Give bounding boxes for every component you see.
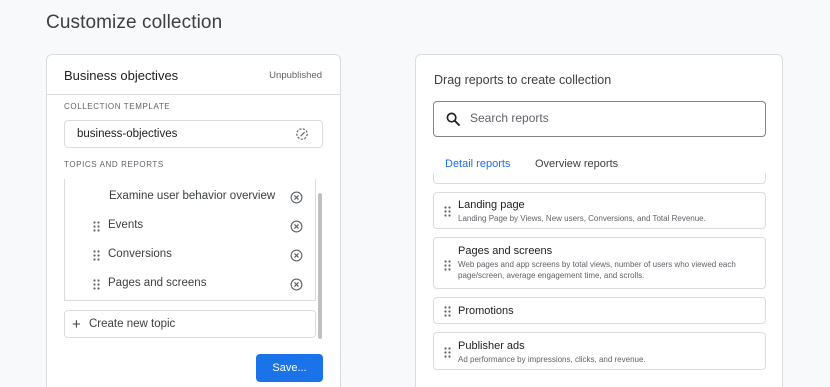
report-card-promotions[interactable]: Promotions	[433, 297, 766, 324]
close-circle-icon[interactable]	[290, 278, 303, 291]
report-card-description: Web pages and app screens by total views…	[458, 260, 736, 280]
tab-overview-reports[interactable]: Overview reports	[535, 158, 618, 170]
plus-icon: +	[72, 316, 81, 333]
drag-handle-icon[interactable]	[93, 279, 100, 290]
reports-panel: Drag reports to create collection Detail…	[415, 54, 783, 387]
report-card-title: Publisher ads	[458, 340, 525, 352]
close-circle-icon[interactable]	[290, 191, 303, 204]
report-card-description: Landing Page by Views, New users, Conver…	[458, 214, 706, 223]
scrollbar-thumb[interactable]	[318, 193, 322, 339]
report-card-title: Landing page	[458, 199, 525, 211]
search-box[interactable]	[433, 101, 766, 137]
report-card-publisher-ads[interactable]: Publisher ads Ad performance by impressi…	[433, 332, 766, 370]
drag-handle-icon[interactable]	[93, 221, 100, 232]
close-circle-icon[interactable]	[290, 249, 303, 262]
collection-template-field[interactable]: business-objectives	[64, 120, 323, 148]
drag-handle-icon[interactable]	[93, 250, 100, 261]
page-title: Customize collection	[46, 12, 223, 33]
search-input[interactable]	[470, 111, 750, 125]
topic-label: Conversions	[108, 248, 172, 260]
collection-header: Business objectives Unpublished	[47, 55, 340, 95]
report-card-title: Promotions	[458, 305, 514, 317]
topic-label: Events	[108, 219, 144, 231]
drag-handle-icon[interactable]	[444, 260, 451, 271]
drag-handle-icon[interactable]	[444, 347, 451, 358]
save-button[interactable]: Save...	[256, 354, 323, 382]
create-topic-label: Create new topic	[89, 318, 176, 330]
report-card-partial[interactable]	[433, 173, 766, 184]
topic-list: Examine user behavior overview Events Co…	[64, 179, 316, 301]
template-value: business-objectives	[77, 128, 178, 140]
collection-editor-panel: Business objectives Unpublished COLLECTI…	[46, 54, 341, 387]
tab-detail-reports[interactable]: Detail reports	[445, 158, 510, 170]
collection-title: Business objectives	[64, 68, 179, 83]
topics-reports-label: TOPICS AND REPORTS	[64, 160, 164, 169]
topic-list-scrollbar[interactable]	[317, 179, 323, 339]
topic-label: Examine user behavior overview	[109, 190, 276, 202]
list-item[interactable]: Conversions	[65, 241, 315, 270]
publish-status: Unpublished	[269, 70, 322, 81]
reports-panel-title: Drag reports to create collection	[434, 73, 612, 87]
close-circle-icon[interactable]	[290, 220, 303, 233]
topic-label: Pages and screens	[108, 277, 207, 289]
list-item[interactable]: Pages and screens	[65, 270, 315, 299]
list-item[interactable]: Examine user behavior overview	[65, 183, 315, 212]
report-card-title: Pages and screens	[458, 245, 553, 257]
edit-settings-icon[interactable]	[294, 126, 310, 142]
report-card-description: Ad performance by impressions, clicks, a…	[458, 355, 646, 364]
drag-handle-icon[interactable]	[444, 306, 451, 317]
create-topic-button[interactable]: + Create new topic	[64, 310, 316, 338]
report-card-pages-and-screens[interactable]: Pages and screens Web pages and app scre…	[433, 237, 766, 289]
search-icon	[446, 112, 460, 126]
report-card-landing-page[interactable]: Landing page Landing Page by Views, New …	[433, 192, 766, 229]
list-item[interactable]: Events	[65, 212, 315, 241]
collection-template-label: COLLECTION TEMPLATE	[64, 102, 171, 111]
drag-handle-icon[interactable]	[444, 206, 451, 217]
